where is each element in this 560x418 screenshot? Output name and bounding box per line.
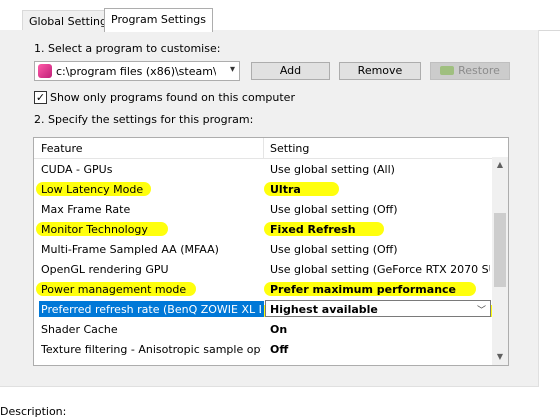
program-icon [38, 64, 52, 78]
tab-program-settings[interactable]: Program Settings [104, 8, 214, 32]
feature-name: Preferred refresh rate (BenQ ZOWIE XL L.… [41, 303, 261, 316]
setting-value: Use global setting (All) [270, 163, 395, 176]
program-select[interactable]: c:\program files (x86)\steam\s... ▾ [34, 61, 240, 81]
settings-row[interactable]: OpenGL rendering GPU Use global setting … [34, 259, 493, 279]
scroll-up-icon[interactable]: ▲ [492, 157, 508, 173]
settings-row[interactable]: Shader Cache On [34, 319, 493, 339]
chevron-down-icon: ﹀ [476, 306, 486, 316]
settings-row[interactable]: Monitor Technology Fixed Refresh [34, 219, 493, 239]
feature-name: Monitor Technology [41, 223, 148, 236]
settings-row[interactable]: Low Latency Mode Ultra [34, 179, 493, 199]
setting-value: On [270, 323, 288, 336]
list-header: Feature Setting [34, 138, 508, 159]
feature-name: OpenGL rendering GPU [41, 263, 169, 276]
settings-row[interactable]: Multi-Frame Sampled AA (MFAA) Use global… [34, 239, 493, 259]
show-only-checkbox[interactable]: ✓ [34, 91, 47, 104]
add-button[interactable]: Add [251, 62, 330, 80]
feature-name: CUDA - GPUs [41, 163, 113, 176]
setting-value: Use global setting (GeForce RTX 2070 SUP… [270, 263, 490, 276]
restore-button[interactable]: Restore [430, 62, 510, 80]
feature-name: Low Latency Mode [41, 183, 144, 196]
restore-button-label: Restore [458, 64, 500, 77]
feature-name: Shader Cache [41, 323, 118, 336]
feature-name: Power management mode [41, 283, 187, 296]
setting-value: Prefer maximum performance [270, 283, 457, 296]
program-path: c:\program files (x86)\steam\s... [56, 65, 216, 78]
settings-row[interactable]: Max Frame Rate Use global setting (Off) [34, 199, 493, 219]
setting-value: Off [270, 343, 289, 356]
setting-value: Highest available [270, 303, 378, 316]
feature-name: Multi-Frame Sampled AA (MFAA) [41, 243, 219, 256]
description-label: Description: [0, 405, 67, 418]
settings-row[interactable]: Power management mode Prefer maximum per… [34, 279, 493, 299]
program-settings-panel: 1. Select a program to customise: c:\pro… [0, 30, 539, 387]
chevron-down-icon: ▾ [229, 64, 235, 75]
feature-name: Max Frame Rate [41, 203, 131, 216]
settings-row[interactable]: Texture filtering - Anisotropic sample o… [34, 339, 493, 359]
setting-value: Use global setting (Off) [270, 203, 398, 216]
column-divider[interactable] [263, 138, 264, 158]
list-scrollbar[interactable]: ▲ ▼ [492, 157, 508, 365]
settings-row-selected[interactable]: Preferred refresh rate (BenQ ZOWIE XL L.… [34, 299, 507, 319]
column-header-setting[interactable]: Setting [270, 142, 309, 155]
setting-value: Fixed Refresh [270, 223, 356, 236]
column-header-feature[interactable]: Feature [41, 142, 83, 155]
settings-list: Feature Setting CUDA - GPUs Use global s… [33, 137, 509, 366]
nvidia-icon [440, 66, 455, 75]
remove-button[interactable]: Remove [339, 62, 421, 80]
show-only-label: Show only programs found on this compute… [50, 91, 295, 104]
step1-label: 1. Select a program to customise: [34, 42, 221, 55]
setting-value: Ultra [270, 183, 301, 196]
setting-value: Use global setting (Off) [270, 243, 398, 256]
feature-name: Texture filtering - Anisotropic sample o… [41, 343, 261, 356]
scroll-down-icon[interactable]: ▼ [492, 349, 508, 365]
step2-label: 2. Specify the settings for this program… [34, 113, 254, 126]
setting-dropdown[interactable]: Highest available ﹀ [265, 300, 491, 317]
settings-row[interactable]: CUDA - GPUs Use global setting (All) [34, 159, 493, 179]
scroll-thumb[interactable] [494, 213, 506, 287]
